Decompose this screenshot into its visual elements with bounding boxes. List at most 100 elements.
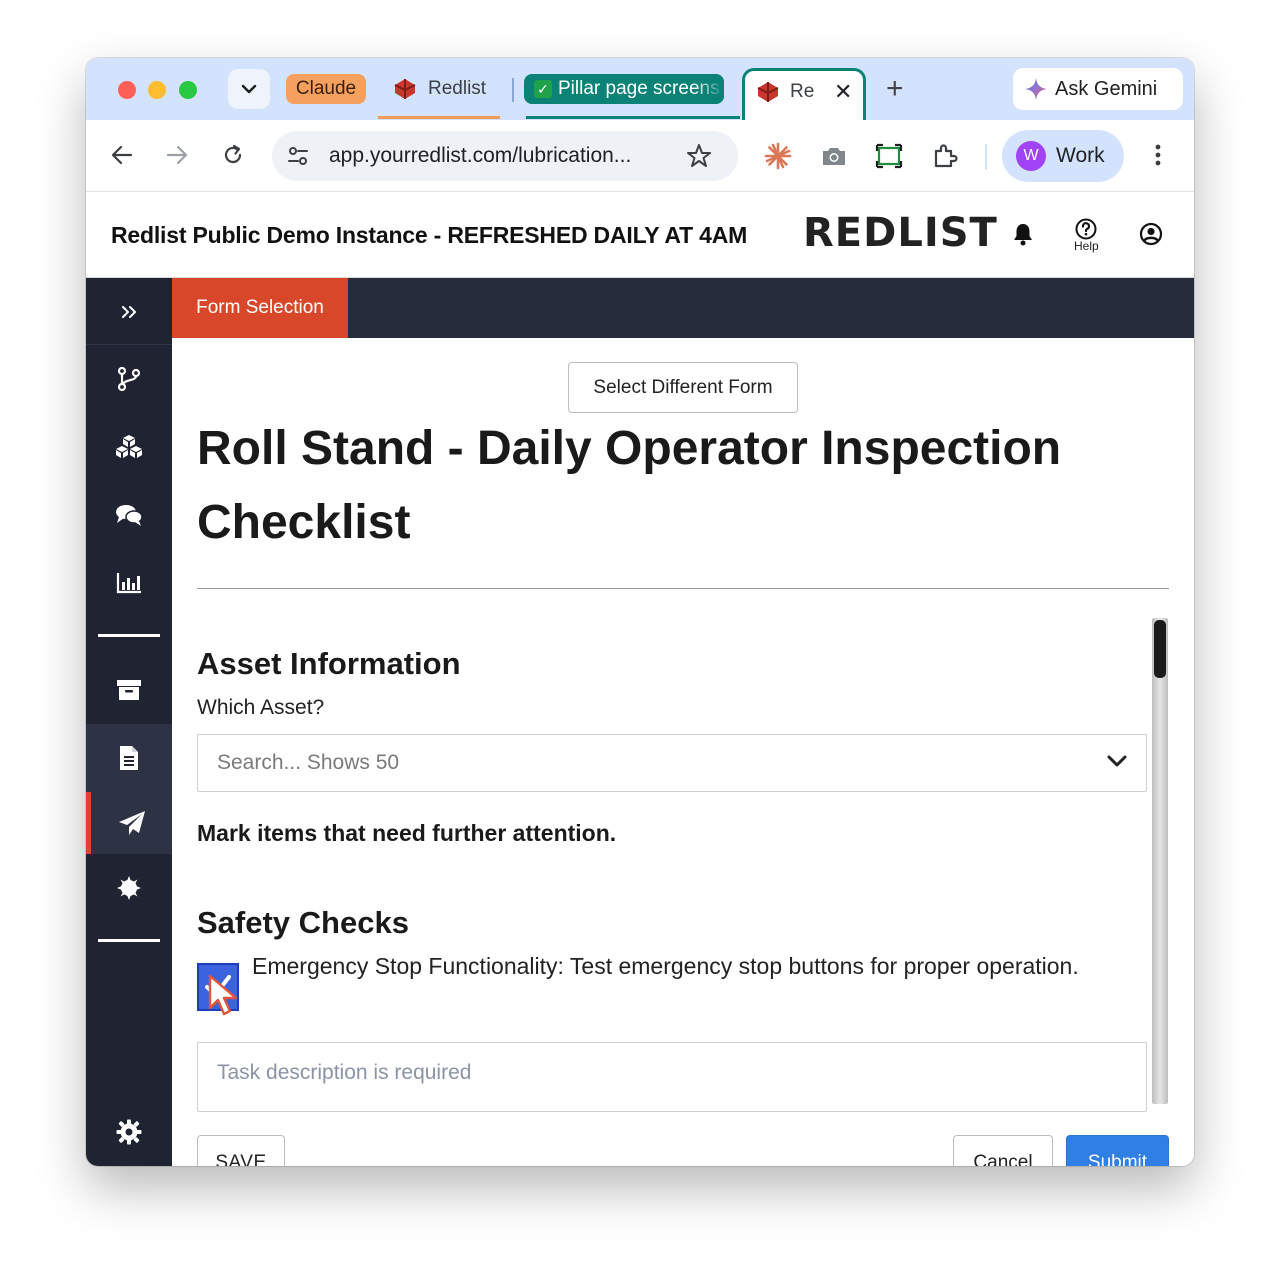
app-header: Redlist Public Demo Instance - REFRESHED…: [86, 192, 1194, 278]
section-heading-safety: Safety Checks: [197, 905, 409, 940]
asset-field-label: Which Asset?: [197, 696, 325, 719]
chevron-down-icon: [241, 84, 257, 94]
task-description-placeholder: Task description is required: [217, 1061, 472, 1084]
sidebar-item-messages[interactable]: [86, 485, 172, 545]
zoom-window-button[interactable]: [179, 81, 197, 99]
help-label: Help: [1074, 239, 1099, 253]
gemini-label: Ask Gemini: [1055, 77, 1158, 100]
user-circle-icon: [1139, 222, 1163, 246]
page-tab-bar: Form Selection: [172, 278, 1194, 338]
claude-extension-button[interactable]: [762, 140, 794, 172]
select-different-form-button[interactable]: Select Different Form: [568, 362, 798, 413]
claude-burst-icon: [764, 142, 792, 170]
archive-icon: [117, 680, 141, 700]
bookmark-star-icon[interactable]: [686, 143, 712, 169]
sidebar-item-reports[interactable]: [86, 553, 172, 613]
asset-select[interactable]: Search... Shows 50: [197, 734, 1147, 792]
paper-plane-icon: [118, 811, 145, 835]
task-description-input[interactable]: Task description is required: [197, 1042, 1147, 1112]
form-scrollbar[interactable]: [1152, 618, 1168, 1104]
forward-button[interactable]: [162, 140, 192, 170]
sidebar-item-assets[interactable]: [86, 417, 172, 477]
help-button[interactable]: Help: [1074, 218, 1099, 253]
close-tab-icon[interactable]: ✕: [834, 79, 852, 105]
sidebar-item-settings[interactable]: [86, 1102, 172, 1162]
sidebar-divider: [98, 634, 160, 637]
toolbar-separator: [985, 144, 987, 170]
tab-strip: Claude Redlist ✓ Pillar page screens Re …: [86, 58, 1194, 120]
notifications-button[interactable]: [1012, 222, 1034, 246]
bell-icon: [1014, 224, 1032, 246]
tab-group-underline: [378, 116, 500, 119]
tab-group-pillar[interactable]: ✓ Pillar page screens: [524, 74, 724, 104]
redlist-logo[interactable]: REDLIST: [803, 210, 998, 256]
document-icon: [120, 746, 138, 770]
gear-burst-icon: [117, 876, 141, 900]
tab-form-selection[interactable]: Form Selection: [172, 278, 348, 338]
form-scrollbar-thumb[interactable]: [1154, 620, 1166, 678]
gemini-sparkle-icon: [1025, 78, 1047, 100]
capture-frame-icon: [875, 143, 903, 169]
page-title: Roll Stand - Daily Operator Inspection C…: [197, 422, 1062, 549]
title-divider: [197, 588, 1169, 589]
instance-title: Redlist Public Demo Instance - REFRESHED…: [111, 222, 748, 248]
cancel-button[interactable]: Cancel: [953, 1135, 1053, 1166]
double-chevron-right-icon: [122, 306, 136, 318]
extensions-button[interactable]: [929, 140, 961, 172]
tab-label: Redlist: [428, 78, 487, 99]
sidebar-divider: [98, 939, 160, 942]
tab-group-claude[interactable]: Claude: [286, 74, 366, 104]
site-settings-icon: [288, 147, 308, 165]
browser-toolbar: app.yourredlist.com/lubrication... W Wor…: [86, 120, 1194, 192]
redlist-favicon-icon: [394, 79, 416, 99]
cubes-icon: [116, 435, 142, 458]
sidebar-expand-button[interactable]: [86, 282, 172, 342]
arrow-left-icon: [111, 145, 133, 165]
instruction-text: Mark items that need further attention.: [197, 820, 617, 846]
sidebar-item-forms[interactable]: [86, 724, 172, 792]
capture-extension-button[interactable]: [873, 140, 905, 172]
close-window-button[interactable]: [118, 81, 136, 99]
workflow-icon: [117, 366, 141, 392]
more-menu-icon[interactable]: [1148, 140, 1168, 170]
camera-icon: [823, 148, 845, 165]
tab-group-label: Claude: [295, 78, 357, 99]
tab-label: Re: [790, 81, 815, 102]
check-emoji-icon: ✓: [534, 80, 552, 98]
new-tab-button[interactable]: +: [886, 72, 904, 106]
screenshot-extension-button[interactable]: [818, 140, 850, 172]
save-button[interactable]: SAVE: [197, 1135, 285, 1166]
puzzle-icon: [934, 144, 958, 168]
reload-button[interactable]: [218, 140, 248, 170]
section-heading-asset: Asset Information: [197, 646, 461, 681]
url-text: app.yourredlist.com/lubrication...: [329, 144, 632, 167]
address-bar[interactable]: app.yourredlist.com/lubrication...: [272, 131, 738, 181]
settings-gear-icon: [116, 1119, 142, 1145]
question-circle-icon: [1075, 218, 1097, 240]
minimize-window-button[interactable]: [148, 81, 166, 99]
sidebar-item-submit-form[interactable]: [86, 792, 172, 854]
main-content: Select Different Form Roll Stand - Daily…: [172, 338, 1194, 1166]
chevron-down-icon: [1107, 755, 1127, 767]
submit-button[interactable]: Submit: [1066, 1135, 1169, 1166]
profile-button[interactable]: W Work: [1002, 130, 1124, 182]
back-button[interactable]: [107, 140, 137, 170]
tab-search-button[interactable]: [228, 69, 270, 109]
sidebar-item-archive[interactable]: [86, 660, 172, 720]
checklist-item-text: Emergency Stop Functionality: Test emerg…: [252, 953, 1079, 979]
tab-active[interactable]: Re ✕: [742, 68, 866, 120]
user-account-button[interactable]: [1139, 222, 1163, 246]
sidebar-item-integrations[interactable]: [86, 858, 172, 918]
asset-select-placeholder: Search... Shows 50: [217, 751, 400, 774]
browser-window: Claude Redlist ✓ Pillar page screens Re …: [86, 58, 1194, 1166]
redlist-favicon-icon: [757, 82, 779, 102]
tab-redlist[interactable]: Redlist: [392, 74, 486, 104]
sidebar: [86, 278, 172, 1166]
sidebar-item-workflows[interactable]: [86, 349, 172, 409]
arrow-right-icon: [166, 145, 188, 165]
chart-icon: [116, 573, 141, 594]
pointer-cursor-icon: [208, 974, 238, 1016]
ask-gemini-button[interactable]: Ask Gemini: [1013, 68, 1183, 110]
avatar: W: [1016, 141, 1046, 171]
profile-label: Work: [1056, 144, 1105, 167]
